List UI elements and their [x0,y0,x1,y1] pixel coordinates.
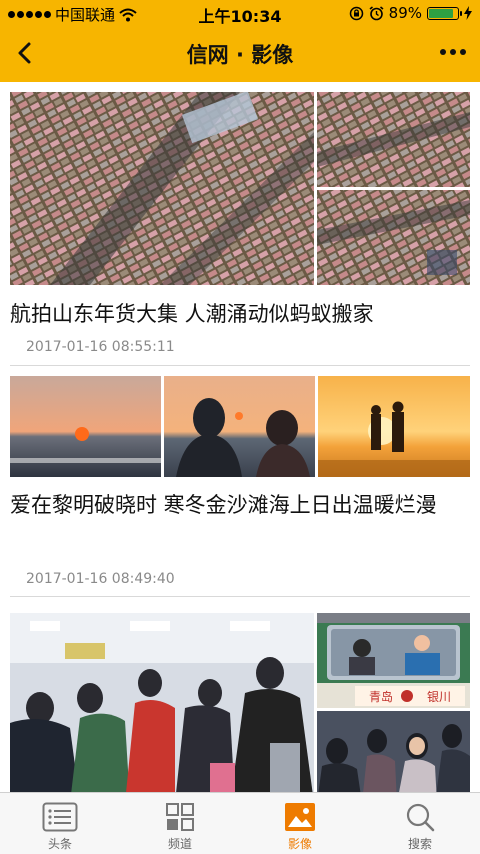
tab-label: 频道 [167,837,192,851]
couple-silhouette-image[interactable] [164,376,315,477]
tab-headlines[interactable]: 头条 [0,793,120,854]
article-title[interactable]: 航拍山东年货大集 人潮涌动似蚂蚁搬家 [10,295,470,333]
status-right: 89% [349,4,472,22]
page-title: 信网 · 影像 [186,43,294,67]
station-crowd-image-large[interactable] [10,613,314,792]
tab-images[interactable]: 影像 [240,793,360,854]
article-card[interactable]: 航拍山东年货大集 人潮涌动似蚂蚁搬家 2017-01-16 08:55:11 [10,82,470,366]
tab-channels[interactable]: 频道 [120,793,240,854]
aerial-market-image-bottom[interactable] [317,190,470,285]
article-title[interactable]: 爱在黎明破晓时 寒冬金沙滩海上日出温暖烂漫 [10,480,470,524]
nav-bar: 信网 · 影像 [0,26,480,82]
tab-label: 搜索 [407,837,432,851]
battery-percent: 89% [388,4,422,22]
charging-icon [464,6,472,20]
bottom-tab-bar: 头条 频道 影像 搜索 [0,792,480,854]
image-feed: 航拍山东年货大集 人潮涌动似蚂蚁搬家 2017-01-16 08:55:11 爱… [0,82,480,792]
tab-search[interactable]: 搜索 [360,793,480,854]
aerial-market-image-large[interactable] [10,92,314,285]
article-card[interactable]: 爱在黎明破晓时 寒冬金沙滩海上日出温暖烂漫 2017-01-16 08:49:4… [10,366,470,602]
channels-grid-icon [166,803,194,831]
orientation-lock-icon [349,6,363,20]
sunrise-sea-image[interactable] [10,376,161,477]
article-timestamp: 2017-01-16 08:55:11 [26,339,175,355]
image-icon [285,803,315,831]
article-timestamp: 2017-01-16 08:49:40 [26,571,175,587]
search-icon [406,803,435,832]
tab-label: 影像 [287,837,312,851]
divider [10,596,470,597]
article-card[interactable]: 青岛 银川 [10,602,470,792]
lovers-sunrise-image[interactable] [318,376,470,477]
alarm-icon [369,5,384,20]
status-bar: 中国联通 上午10:34 89% [0,0,480,26]
train-sign-left-text: 青岛 [369,689,393,704]
more-options-icon[interactable] [440,49,466,55]
train-sign-right-text: 银川 [427,690,451,704]
news-list-icon [42,802,78,832]
train-window-image[interactable]: 青岛 银川 [317,613,470,708]
aerial-market-image-top[interactable] [317,92,470,187]
station-passengers-image[interactable] [317,711,470,792]
tab-label: 头条 [47,837,72,851]
battery-icon [427,6,462,20]
